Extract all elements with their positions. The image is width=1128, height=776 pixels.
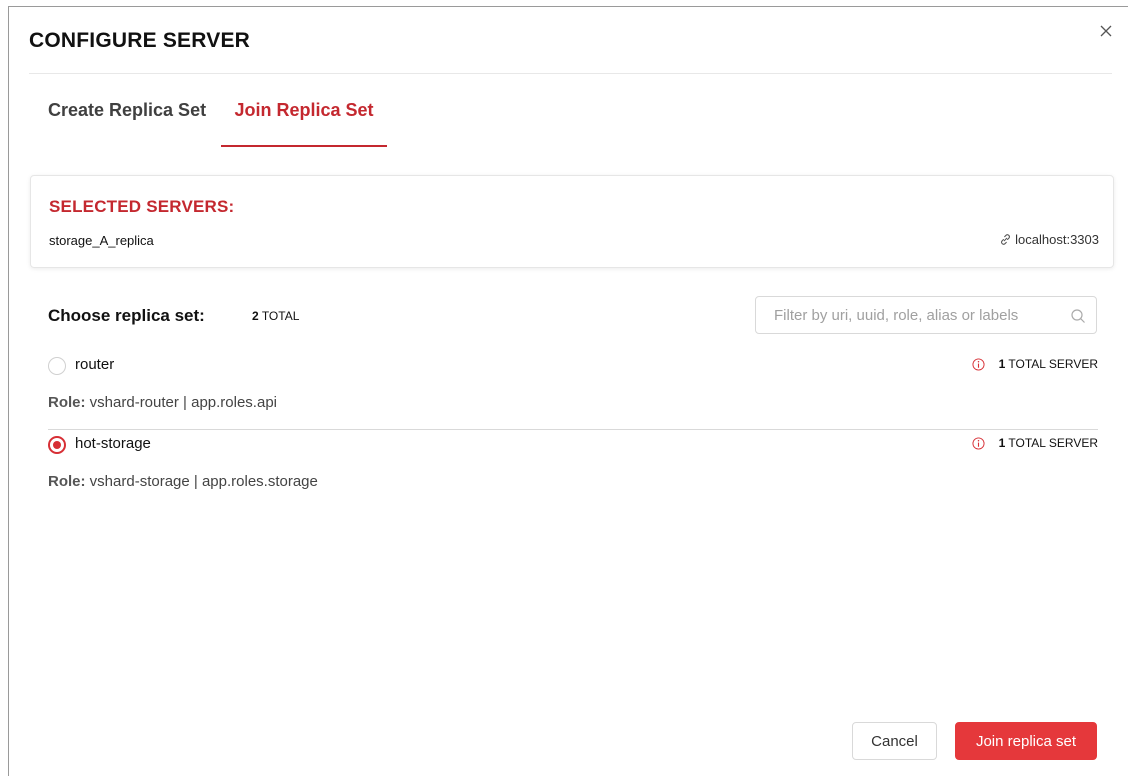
total-count: 2 (252, 309, 259, 323)
tab-join-replica-set[interactable]: Join Replica Set (221, 97, 387, 147)
replica-set-roles: Role: vshard-router | app.roles.api (48, 394, 277, 411)
selected-server-alias: storage_A_replica (49, 233, 154, 248)
info-icon (972, 358, 985, 371)
server-count: 1 TOTAL SERVER (972, 436, 1098, 450)
replica-set-roles: Role: vshard-storage | app.roles.storage (48, 473, 318, 490)
link-icon (1001, 234, 1011, 245)
active-tab-indicator (221, 145, 387, 147)
selected-server-uri: localhost:3303 (999, 232, 1099, 247)
server-count: 1 TOTAL SERVER (972, 357, 1098, 371)
choose-replica-set-heading: Choose replica set: (48, 306, 205, 325)
uri-text: localhost:3303 (1015, 232, 1099, 247)
role-label: Role: (48, 394, 86, 411)
search-icon[interactable] (1070, 308, 1086, 324)
replica-set-radio[interactable] (48, 357, 66, 375)
server-count-value: 1 (998, 357, 1006, 371)
server-count-value: 1 (998, 436, 1006, 450)
role-label: Role: (48, 473, 86, 490)
replica-set-item-hot-storage[interactable]: hot-storage 1 TOTAL SERVER Role: vshard-… (48, 430, 1098, 508)
server-count-label: TOTAL SERVER (1008, 357, 1098, 371)
replica-set-name[interactable]: hot-storage (75, 435, 151, 452)
replica-set-item-router[interactable]: router 1 TOTAL SERVER Role: vshard-route… (48, 351, 1098, 430)
selected-servers-title: SELECTED SERVERS: (49, 197, 235, 216)
cancel-button[interactable]: Cancel (852, 722, 937, 760)
filter-input[interactable] (757, 298, 1074, 332)
tab-create-replica-set[interactable]: Create Replica Set (48, 97, 206, 145)
role-values: vshard-router | app.roles.api (89, 394, 277, 411)
tab-label: Create Replica Set (48, 100, 207, 120)
info-icon (972, 437, 985, 450)
total-label: TOTAL (261, 309, 300, 323)
replica-set-name[interactable]: router (75, 356, 114, 373)
role-values: vshard-storage | app.roles.storage (89, 473, 318, 490)
close-icon[interactable] (1098, 23, 1114, 39)
replica-set-radio-selected[interactable] (48, 436, 66, 454)
server-count-label: TOTAL SERVER (1008, 436, 1098, 450)
tab-label: Join Replica Set (234, 100, 374, 120)
dialog-title: CONFIGURE SERVER (29, 29, 251, 52)
filter-field (755, 296, 1097, 334)
replica-set-total: 2 TOTAL (252, 309, 299, 323)
selected-servers-panel: SELECTED SERVERS: storage_A_replica loca… (30, 175, 1114, 268)
join-replica-set-button[interactable]: Join replica set (955, 722, 1097, 760)
configure-server-dialog: CONFIGURE SERVER Create Replica Set Join… (8, 6, 1128, 776)
